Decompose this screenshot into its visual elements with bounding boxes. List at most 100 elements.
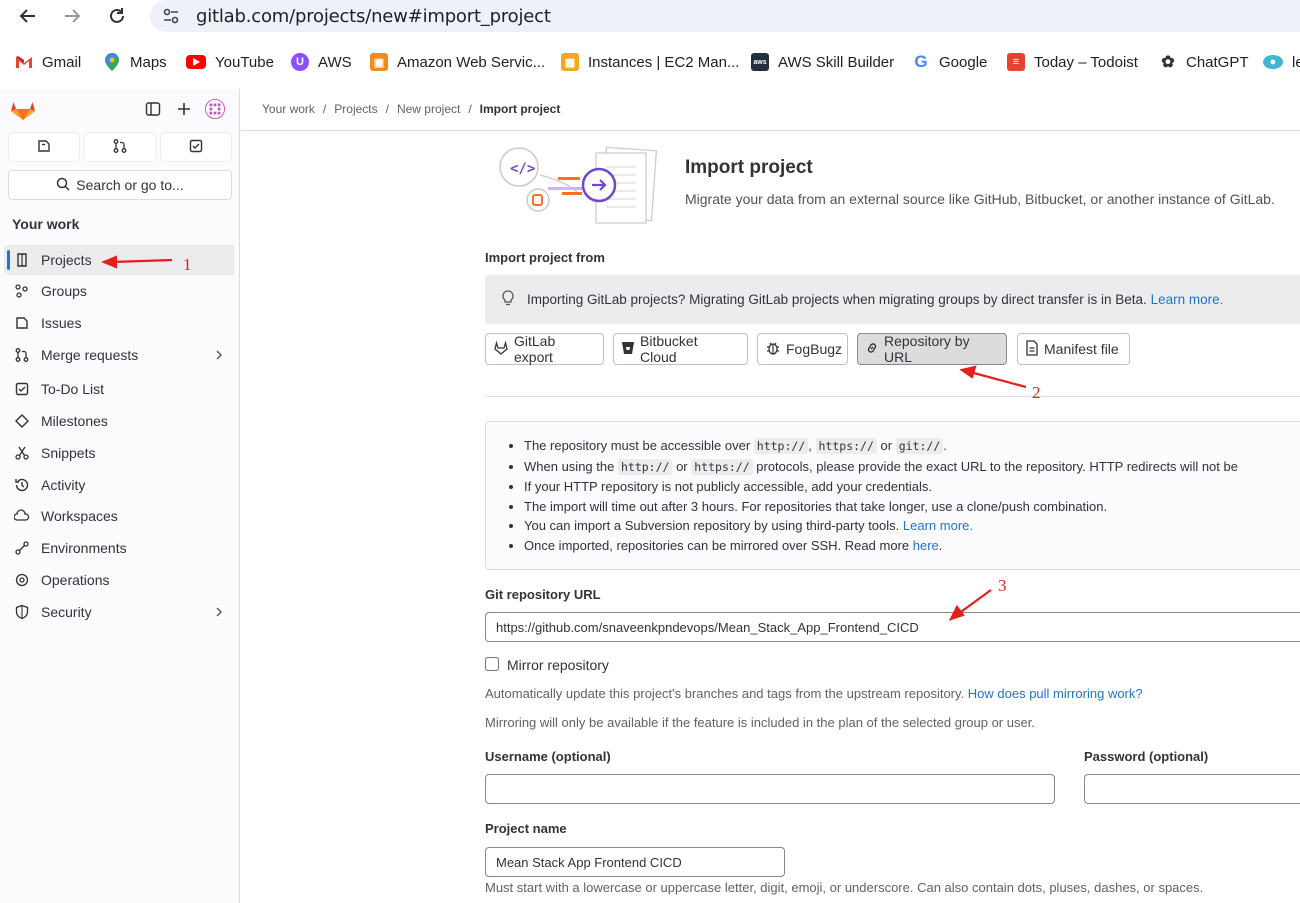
mirror-help-text: Automatically update this project's bran… (485, 686, 1143, 701)
breadcrumb-new-project[interactable]: New project (397, 102, 460, 116)
group-icon (14, 283, 30, 299)
browser-toolbar: gitlab.com/projects/new#import_project G… (0, 0, 1300, 88)
mirror-plan-note: Mirroring will only be available if the … (485, 715, 1035, 730)
gitlab-export-button[interactable]: GitLab export (485, 333, 604, 365)
repository-by-url-button[interactable]: Repository by URL (857, 333, 1007, 365)
bookmark-maps[interactable]: Maps (103, 50, 167, 74)
project-name-label: Project name (485, 821, 567, 836)
subversion-learn-more-link[interactable]: Learn more. (903, 518, 973, 533)
shield-icon (14, 604, 30, 620)
tanuki-icon (493, 340, 509, 359)
reload-icon[interactable] (105, 4, 129, 28)
breadcrumb-import-project[interactable]: Import project (480, 102, 561, 116)
annotation-number-3: 3 (998, 576, 1007, 595)
chatgpt-icon: ✿ (1161, 54, 1175, 71)
password-input[interactable] (1084, 774, 1300, 804)
sidebar: Search or go to... Your work Projects Gr… (0, 89, 240, 903)
sidebar-item-workspaces[interactable]: Workspaces (4, 501, 235, 531)
ec2-icon: ▦ (561, 53, 579, 71)
operations-icon (14, 572, 30, 588)
aws-cube-icon: ▣ (370, 53, 388, 71)
assigned-issues-button[interactable] (8, 132, 80, 162)
bookmark-aws-skill-builder[interactable]: aws AWS Skill Builder (751, 50, 894, 74)
sidebar-item-merge-requests[interactable]: Merge requests (4, 340, 235, 370)
git-repository-url-input[interactable]: https://github.com/snaveenkpndevops/Mean… (485, 612, 1300, 642)
bookmark-ec2-instances[interactable]: ▦ Instances | EC2 Man... (561, 50, 739, 74)
history-icon (14, 477, 30, 493)
bookmark-aws[interactable]: U AWS (291, 50, 352, 74)
bitbucket-cloud-button[interactable]: Bitbucket Cloud (613, 333, 748, 365)
username-input[interactable] (485, 774, 1055, 804)
document-icon (1025, 339, 1039, 359)
sidebar-item-environments[interactable]: Environments (4, 533, 235, 563)
chevron-right-icon (213, 348, 225, 364)
mirror-repository-checkbox[interactable] (485, 657, 499, 671)
collapse-sidebar-icon[interactable] (143, 99, 163, 119)
pull-mirroring-help-link[interactable]: How does pull mirroring work? (968, 686, 1143, 701)
bookmark-todoist[interactable]: ≡ Today – Todoist (1007, 50, 1138, 74)
forward-icon[interactable] (60, 4, 84, 28)
aws-skill-icon: aws (751, 53, 769, 71)
bookmark-youtube[interactable]: YouTube (186, 50, 274, 74)
breadcrumb-projects[interactable]: Projects (334, 102, 377, 116)
note-item: If your HTTP repository is not publicly … (524, 477, 1300, 497)
annotation-number-1: 1 (183, 255, 192, 274)
issues-icon (36, 138, 52, 157)
note-item: The repository must be accessible over h… (524, 436, 1300, 457)
project-name-help: Must start with a lowercase or uppercase… (485, 880, 1204, 895)
sidebar-item-operations[interactable]: Operations (4, 565, 235, 595)
bug-icon (765, 340, 781, 359)
bookmark-amazon-web-services[interactable]: ▣ Amazon Web Servic... (370, 50, 545, 74)
sidebar-item-todo-list[interactable]: To-Do List (4, 374, 235, 404)
lightbulb-icon (501, 290, 515, 309)
import-illustration: </> (496, 145, 666, 227)
merge-requests-button[interactable] (84, 132, 156, 162)
import-from-label: Import project from (485, 250, 605, 265)
sidebar-item-groups[interactable]: Groups (4, 276, 235, 306)
search-button[interactable]: Search or go to... (8, 170, 232, 200)
note-item: You can import a Subversion repository b… (524, 516, 1300, 536)
alert-learn-more-link[interactable]: Learn more. (1151, 292, 1224, 307)
user-avatar[interactable] (205, 99, 225, 119)
sidebar-item-security[interactable]: Security (4, 597, 235, 627)
svg-text:</>: </> (510, 161, 535, 177)
create-new-icon[interactable] (174, 99, 194, 119)
bookmark-chatgpt[interactable]: ✿ ChatGPT (1159, 50, 1248, 74)
username-label: Username (optional) (485, 749, 611, 764)
bookmark-gmail[interactable]: Gmail (15, 50, 81, 74)
breadcrumb-your-work[interactable]: Your work (262, 102, 315, 116)
sidebar-item-activity[interactable]: Activity (4, 470, 235, 500)
address-bar[interactable]: gitlab.com/projects/new#import_project (150, 0, 1300, 32)
mirror-ssh-here-link[interactable]: here (913, 538, 939, 553)
site-settings-icon[interactable] (162, 7, 180, 28)
sidebar-item-projects[interactable]: Projects (4, 245, 235, 275)
beta-alert: Importing GitLab projects? Migrating Git… (485, 275, 1300, 324)
merge-request-icon (112, 138, 128, 157)
project-icon (14, 252, 30, 268)
todoist-icon: ≡ (1007, 53, 1025, 71)
sidebar-item-issues[interactable]: Issues (4, 308, 235, 338)
todo-icon (188, 138, 204, 157)
url-text: gitlab.com/projects/new#import_project (196, 6, 551, 27)
todo-list-button[interactable] (160, 132, 232, 162)
annotation-arrow-3 (957, 589, 992, 615)
sidebar-item-milestones[interactable]: Milestones (4, 406, 235, 436)
page-title: Import project (685, 157, 813, 178)
manifest-file-button[interactable]: Manifest file (1017, 333, 1130, 365)
header-divider (241, 130, 1300, 131)
annotation-arrow-2 (969, 370, 1027, 389)
section-divider (485, 396, 1300, 397)
sidebar-item-snippets[interactable]: Snippets (4, 438, 235, 468)
annotation-arrowhead-2 (959, 365, 977, 379)
fogbugz-button[interactable]: FogBugz (757, 333, 848, 365)
bookmark-google[interactable]: G Google (912, 50, 987, 74)
aws-icon: U (291, 53, 309, 71)
back-icon[interactable] (16, 4, 40, 28)
sidebar-section-title: Your work (12, 216, 80, 232)
project-name-input[interactable]: Mean Stack App Frontend CICD (485, 847, 785, 877)
environment-icon (14, 540, 30, 556)
issues-icon (14, 315, 30, 331)
gitlab-logo-icon[interactable] (10, 97, 36, 124)
bookmark-cloud[interactable]: ● le (1263, 50, 1300, 74)
search-label: Search or go to... (76, 177, 184, 193)
